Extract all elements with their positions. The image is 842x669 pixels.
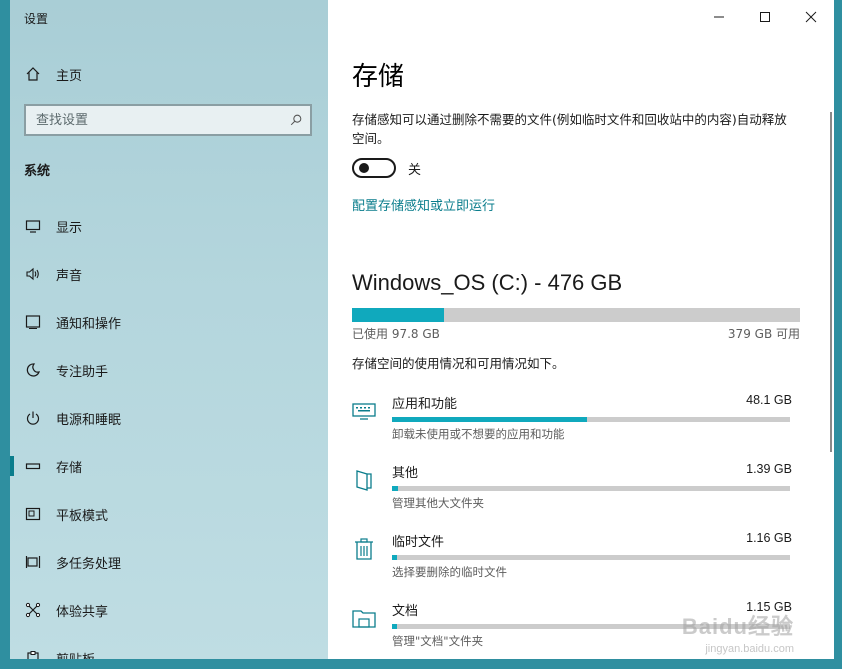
- category-bar-fill: [392, 555, 397, 560]
- home-nav-item[interactable]: 主页: [10, 58, 328, 90]
- drive-free-label: 379 GB 可用: [727, 327, 800, 341]
- folder-icon: [352, 606, 376, 630]
- vertical-scrollbar[interactable]: [830, 112, 832, 452]
- search-input[interactable]: [36, 112, 288, 128]
- category-name: 临时文件: [392, 535, 445, 550]
- usage-intro: 存储空间的使用情况和可用情况如下。: [352, 356, 565, 371]
- sidebar-item-label: 体验共享: [56, 604, 109, 620]
- sidebar-item-focus-assist[interactable]: 专注助手: [10, 346, 328, 394]
- category-name: 应用和功能: [392, 397, 458, 412]
- sidebar-item-sound[interactable]: 声音: [10, 250, 328, 298]
- category-bar: [392, 555, 790, 560]
- maximize-button[interactable]: [742, 0, 788, 34]
- drive-usage-fill: [352, 308, 444, 322]
- category-bar-fill: [392, 417, 588, 422]
- toggle-state-label: 关: [408, 162, 422, 178]
- search-icon[interactable]: [288, 112, 304, 128]
- storage-icon: [24, 457, 42, 475]
- category-temporary-files[interactable]: 临时文件 1.16 GB 选择要删除的临时文件: [352, 531, 798, 591]
- keyboard-icon: [352, 399, 376, 423]
- close-button[interactable]: [788, 0, 834, 34]
- sidebar: 设置 主页 系统 显示 声: [10, 0, 328, 659]
- sidebar-item-storage[interactable]: 存储: [10, 442, 328, 490]
- multitask-icon: [24, 553, 42, 571]
- settings-window: 设置 主页 系统 显示 声: [10, 0, 834, 659]
- category-bar-fill: [392, 624, 397, 629]
- search-box[interactable]: [24, 104, 312, 136]
- category-description: 管理其他大文件夹: [392, 496, 484, 510]
- minimize-button[interactable]: [696, 0, 742, 34]
- category-description: 选择要删除的临时文件: [392, 565, 507, 579]
- watermark-logo: Baidu经验: [681, 614, 794, 639]
- category-description: 卸载未使用或不想要的应用和功能: [392, 427, 565, 441]
- category-other[interactable]: 其他 1.39 GB 管理其他大文件夹: [352, 462, 798, 522]
- drive-usage-bar: [352, 308, 800, 322]
- sidebar-item-label: 显示: [56, 220, 83, 236]
- category-size: 1.39 GB: [746, 462, 792, 476]
- sidebar-item-label: 专注助手: [56, 364, 109, 380]
- category-apps[interactable]: 应用和功能 48.1 GB 卸载未使用或不想要的应用和功能: [352, 393, 798, 453]
- toggle-knob: [359, 163, 369, 173]
- share-icon: [24, 601, 42, 619]
- category-name: 其他: [392, 466, 419, 481]
- sidebar-item-notifications[interactable]: 通知和操作: [10, 298, 328, 346]
- power-icon: [24, 409, 42, 427]
- trash-icon: [352, 537, 376, 561]
- category-bar-fill: [392, 486, 398, 491]
- clipboard-icon: [24, 649, 42, 659]
- close-icon: [805, 11, 817, 23]
- notification-icon: [24, 313, 42, 331]
- category-bar: [392, 486, 790, 491]
- category-bar: [392, 417, 790, 422]
- storage-sense-toggle[interactable]: [352, 158, 396, 178]
- storage-sense-toggle-row: 关: [352, 158, 421, 178]
- sidebar-item-label: 多任务处理: [56, 556, 122, 572]
- title-bar-controls: [696, 0, 834, 34]
- sidebar-item-label: 电源和睡眠: [56, 412, 122, 428]
- app-title: 设置: [24, 12, 49, 26]
- section-title: 系统: [24, 164, 51, 179]
- sidebar-item-clipboard[interactable]: 剪贴板: [10, 634, 328, 659]
- sidebar-item-label: 声音: [56, 268, 83, 284]
- monitor-icon: [24, 217, 42, 235]
- watermark-url: jingyan.baidu.com: [705, 643, 794, 655]
- sidebar-item-multitasking[interactable]: 多任务处理: [10, 538, 328, 586]
- sidebar-item-label: 存储: [56, 460, 83, 476]
- nav-list: 显示 声音 通知和操作 专注助手 电源和睡眠 存储 平板模式 多任务处理 体验共…: [10, 202, 328, 659]
- sidebar-item-shared-experiences[interactable]: 体验共享: [10, 586, 328, 634]
- tablet-icon: [24, 505, 42, 523]
- page-title: 存储: [352, 62, 405, 92]
- category-description: 管理"文档"文件夹: [392, 634, 484, 648]
- sidebar-item-tablet-mode[interactable]: 平板模式: [10, 490, 328, 538]
- document-icon: [352, 468, 376, 492]
- sidebar-item-label: 剪贴板: [56, 649, 95, 660]
- sidebar-item-label: 通知和操作: [56, 316, 122, 332]
- home-label: 主页: [56, 68, 83, 84]
- category-size: 1.16 GB: [746, 531, 792, 545]
- speaker-icon: [24, 265, 42, 283]
- maximize-icon: [760, 12, 770, 22]
- category-name: 文档: [392, 604, 419, 619]
- home-icon: [24, 65, 42, 83]
- sidebar-item-display[interactable]: 显示: [10, 202, 328, 250]
- sidebar-item-power[interactable]: 电源和睡眠: [10, 394, 328, 442]
- sidebar-item-label: 平板模式: [56, 508, 109, 524]
- drive-used-label: 已使用 97.8 GB: [352, 327, 440, 341]
- storage-sense-description: 存储感知可以通过删除不需要的文件(例如临时文件和回收站中的内容)自动释放空间。: [352, 112, 787, 146]
- main-content: 存储 存储感知可以通过删除不需要的文件(例如临时文件和回收站中的内容)自动释放空…: [328, 0, 834, 659]
- moon-icon: [24, 361, 42, 379]
- drive-title: Windows_OS (C:) - 476 GB: [352, 270, 623, 295]
- category-size: 48.1 GB: [746, 393, 792, 407]
- configure-storage-sense-link[interactable]: 配置存储感知或立即运行: [352, 195, 495, 214]
- minimize-icon: [714, 16, 724, 18]
